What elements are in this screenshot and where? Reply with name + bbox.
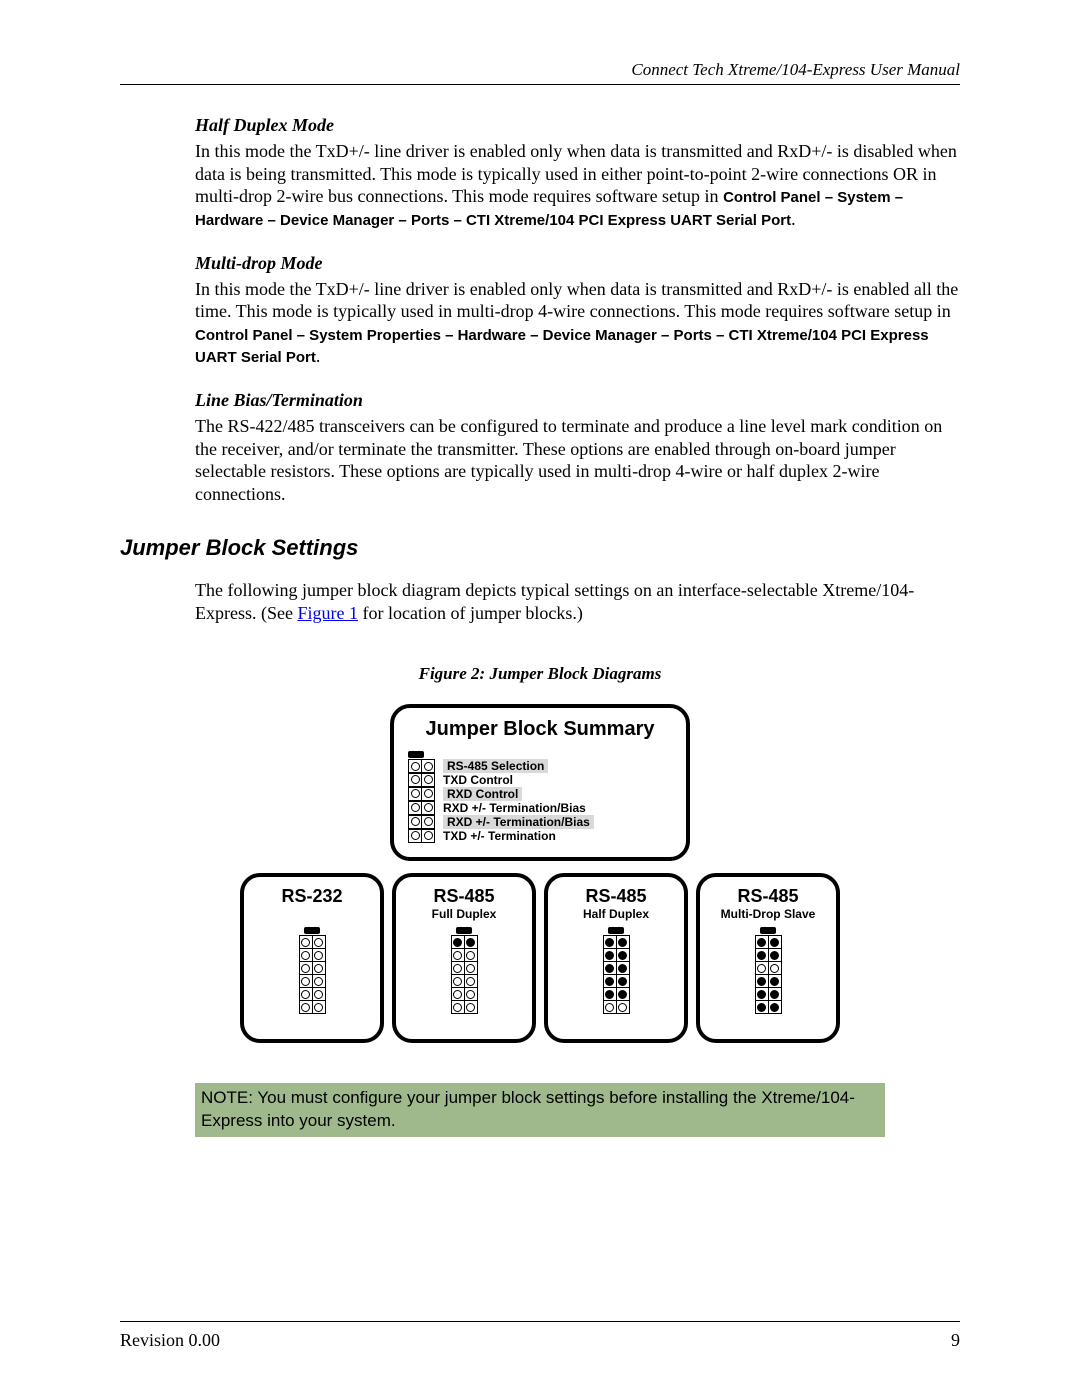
mode-subtitle <box>310 907 313 921</box>
jumper-column <box>755 927 782 1013</box>
figure-caption: Figure 2: Jumper Block Diagrams <box>120 664 960 684</box>
figure-1-link[interactable]: Figure 1 <box>297 603 358 623</box>
mode-subtitle: Multi-Drop Slave <box>721 907 816 921</box>
note-box: NOTE: You must configure your jumper blo… <box>195 1083 885 1137</box>
text: for location of jumper blocks.) <box>358 603 583 623</box>
jumper-column <box>451 927 478 1013</box>
jumper-pair <box>755 935 782 949</box>
jumper-pair <box>408 759 435 773</box>
heading-jumper-settings: Jumper Block Settings <box>120 535 960 561</box>
body-line-bias: The RS-422/485 transceivers can be confi… <box>195 415 960 505</box>
jumper-pair <box>299 974 326 988</box>
summary-row: RS-485 Selection <box>408 759 672 773</box>
summary-label: RXD +/- Termination/Bias <box>443 801 586 815</box>
summary-row: RXD +/- Termination/Bias <box>408 801 672 815</box>
body-jumper-settings: The following jumper block diagram depic… <box>195 579 960 624</box>
jumper-column <box>603 927 630 1013</box>
jumper-pair <box>299 1000 326 1014</box>
summary-row: TXD +/- Termination <box>408 829 672 843</box>
jumper-pair <box>755 948 782 962</box>
mode-subtitle: Half Duplex <box>583 907 649 921</box>
summary-row: RXD +/- Termination/Bias <box>408 815 672 829</box>
jumper-pair <box>408 773 435 787</box>
jumper-pair <box>755 987 782 1001</box>
heading-multi-drop: Multi-drop Mode <box>195 253 960 274</box>
header-right: Connect Tech Xtreme/104-Express User Man… <box>120 60 960 80</box>
section-multi-drop: Multi-drop Mode In this mode the TxD+/- … <box>195 253 960 369</box>
section-jumper-settings: Jumper Block Settings <box>120 535 960 561</box>
pin1-marker <box>408 751 424 758</box>
summary-row: TXD Control <box>408 773 672 787</box>
mode-block: RS-485 Full Duplex <box>392 873 536 1043</box>
summary-label: RXD Control <box>443 787 522 801</box>
jumper-pair <box>451 987 478 1001</box>
text: . <box>316 346 321 366</box>
summary-row: RXD Control <box>408 787 672 801</box>
jumper-pair <box>603 961 630 975</box>
heading-half-duplex: Half Duplex Mode <box>195 115 960 136</box>
jumper-pair <box>408 829 435 843</box>
header-rule <box>120 84 960 85</box>
jumper-pair <box>755 961 782 975</box>
jumper-pair <box>451 948 478 962</box>
jumper-pair <box>603 987 630 1001</box>
jumper-pair <box>451 961 478 975</box>
mode-title: RS-232 <box>281 887 342 905</box>
mode-block: RS-485 Half Duplex <box>544 873 688 1043</box>
summary-label: RXD +/- Termination/Bias <box>443 815 594 829</box>
mode-title: RS-485 <box>737 887 798 905</box>
jumper-pair <box>451 974 478 988</box>
jumper-pair <box>451 935 478 949</box>
summary-label: TXD Control <box>443 773 513 787</box>
pin1-marker <box>456 927 472 934</box>
jumper-pair <box>299 948 326 962</box>
jumper-pair <box>603 948 630 962</box>
jumper-diagram: Jumper Block Summary RS-485 SelectionTXD… <box>240 704 840 1043</box>
jumper-pair <box>603 935 630 949</box>
footer: Revision 0.00 9 <box>120 1321 960 1351</box>
mode-subtitle: Full Duplex <box>432 907 497 921</box>
mode-block: RS-232 <box>240 873 384 1043</box>
jumper-column <box>299 927 326 1013</box>
heading-line-bias: Line Bias/Termination <box>195 390 960 411</box>
jumper-pair <box>299 961 326 975</box>
jumper-pair <box>408 801 435 815</box>
jumper-pair <box>603 1000 630 1014</box>
jumper-pair <box>408 815 435 829</box>
mode-block: RS-485 Multi-Drop Slave <box>696 873 840 1043</box>
footer-page-number: 9 <box>951 1330 960 1351</box>
pin1-marker <box>304 927 320 934</box>
section-half-duplex: Half Duplex Mode In this mode the TxD+/-… <box>195 115 960 231</box>
footer-revision: Revision 0.00 <box>120 1330 220 1351</box>
jumper-pair <box>299 987 326 1001</box>
text: . <box>791 209 796 229</box>
jumper-pair <box>755 1000 782 1014</box>
pin1-marker <box>608 927 624 934</box>
summary-label: RS-485 Selection <box>443 759 548 773</box>
text-bold: Control Panel – System Properties – Hard… <box>195 327 929 367</box>
mode-title: RS-485 <box>433 887 494 905</box>
section-line-bias: Line Bias/Termination The RS-422/485 tra… <box>195 390 960 505</box>
body-half-duplex: In this mode the TxD+/- line driver is e… <box>195 140 960 231</box>
jumper-summary-title: Jumper Block Summary <box>408 718 672 741</box>
body-multi-drop: In this mode the TxD+/- line driver is e… <box>195 278 960 369</box>
jumper-pair <box>603 974 630 988</box>
mode-title: RS-485 <box>585 887 646 905</box>
jumper-pair <box>451 1000 478 1014</box>
jumper-pair <box>755 974 782 988</box>
body-jumper-settings-wrap: The following jumper block diagram depic… <box>195 579 960 624</box>
jumper-pair <box>299 935 326 949</box>
jumper-pair <box>408 787 435 801</box>
jumper-summary-block: Jumper Block Summary RS-485 SelectionTXD… <box>390 704 690 861</box>
text: In this mode the TxD+/- line driver is e… <box>195 279 958 322</box>
pin1-marker <box>760 927 776 934</box>
summary-label: TXD +/- Termination <box>443 829 556 843</box>
